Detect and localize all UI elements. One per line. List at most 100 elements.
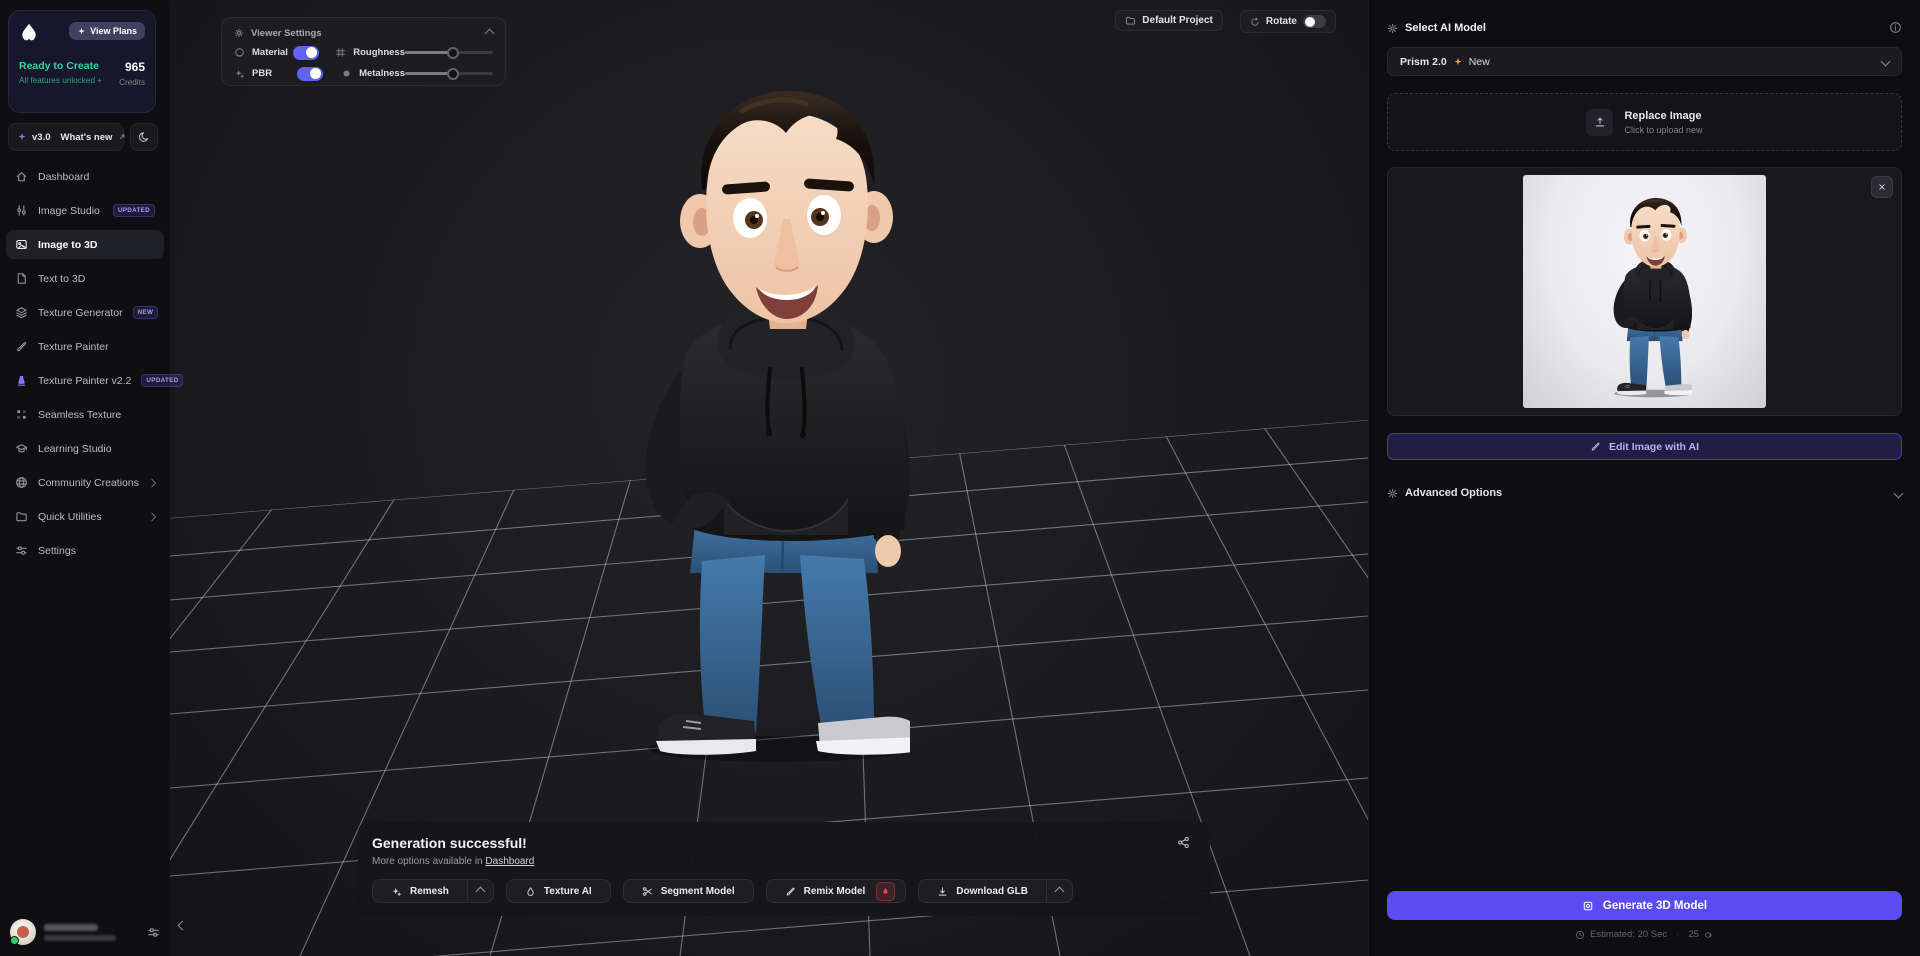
view-plans-label: View Plans <box>90 26 137 36</box>
brush-icon <box>1590 441 1601 452</box>
sparkles-icon <box>391 886 402 897</box>
close-icon <box>1877 182 1887 192</box>
sidebar-item-image-to-3d[interactable]: Image to 3D <box>6 230 164 259</box>
pbr-label: PBR <box>252 68 297 79</box>
sidebar-item-learning-studio[interactable]: Learning Studio <box>6 434 164 463</box>
generate-3d-model-button[interactable]: Generate 3D Model <box>1387 891 1902 920</box>
home-icon <box>15 170 28 183</box>
ready-title: Ready to Create <box>19 60 102 72</box>
sidebar-item-texture-painter-v2-2[interactable]: Texture Painter v2.2 UPDATED <box>6 366 164 395</box>
brush-icon <box>785 886 796 897</box>
character-model-3d <box>590 64 910 778</box>
sidebar-item-texture-generator[interactable]: Texture Generator NEW <box>6 298 164 327</box>
sidebar-item-label: Texture Generator <box>38 307 123 319</box>
remix-hot-badge <box>876 882 895 901</box>
generation-toast: Generation successful! More options avai… <box>358 822 1210 916</box>
remix-model-button[interactable]: Remix Model <box>766 879 907 903</box>
expand-options-button[interactable] <box>467 879 494 903</box>
folder-icon <box>1125 15 1136 26</box>
app-logo-icon <box>19 22 39 44</box>
model-name: Prism 2.0 <box>1400 56 1447 68</box>
roughness-grid-icon <box>335 47 346 58</box>
sidebar-nav: Dashboard Image Studio UPDATED Image to … <box>6 162 164 570</box>
brush-icon <box>15 340 28 353</box>
user-settings-icon[interactable] <box>147 926 160 939</box>
segment-model-button[interactable]: Segment Model <box>623 879 754 903</box>
uploaded-character-image <box>1597 192 1692 400</box>
version-label: v3.0 <box>32 132 51 143</box>
checker-icon <box>15 408 28 421</box>
sparkles-icon <box>1453 57 1463 67</box>
material-sphere-icon <box>234 47 245 58</box>
pbr-toggle[interactable] <box>297 67 323 81</box>
sidebar-item-texture-painter[interactable]: Texture Painter <box>6 332 164 361</box>
sidebar-item-label: Texture Painter <box>38 341 109 353</box>
sidebar-item-label: Image to 3D <box>38 239 98 251</box>
user-name-blurred <box>44 924 116 941</box>
sidebar-item-community-creations[interactable]: Community Creations <box>6 468 164 497</box>
dot-separator: · <box>1676 929 1679 940</box>
chevron-down-icon <box>1894 488 1904 498</box>
model-badge: New <box>1469 56 1490 68</box>
edit-image-with-ai-button[interactable]: Edit Image with AI <box>1387 433 1902 460</box>
whats-new-button[interactable]: v3.0 What's new <box>8 123 124 151</box>
toast-actions: Remesh Texture AI <box>372 879 1196 903</box>
download-glb-button[interactable]: Download GLB <box>918 879 1047 903</box>
sparkle-icon <box>17 132 27 142</box>
coins-icon <box>1704 930 1714 940</box>
viewer-settings-title: Viewer Settings <box>251 28 322 39</box>
sidebar-item-quick-utilities[interactable]: Quick Utilities <box>6 502 164 531</box>
avatar <box>10 919 36 945</box>
roughness-slider[interactable] <box>405 47 493 59</box>
pbr-sparkle-icon <box>234 68 245 79</box>
sidebar: View Plans Ready to Create All features … <box>0 0 170 956</box>
model-select-dropdown[interactable]: Prism 2.0 New <box>1387 47 1902 76</box>
sidebar-item-label: Text to 3D <box>38 273 85 285</box>
remove-image-button[interactable] <box>1871 176 1893 198</box>
generate-cube-icon <box>1582 900 1594 912</box>
rotate-toggle[interactable] <box>1303 15 1326 28</box>
flame-icon <box>881 887 890 896</box>
advanced-options-toggle[interactable]: Advanced Options <box>1387 487 1902 499</box>
edit-image-label: Edit Image with AI <box>1609 441 1699 453</box>
advanced-options-label: Advanced Options <box>1405 487 1502 499</box>
sidebar-item-image-studio[interactable]: Image Studio UPDATED <box>6 196 164 225</box>
folder-icon <box>15 510 28 523</box>
user-menu[interactable] <box>0 908 170 956</box>
upload-icon-box <box>1586 109 1613 136</box>
material-toggle[interactable] <box>293 46 319 60</box>
chevron-up-icon[interactable] <box>485 28 495 38</box>
sidebar-item-dashboard[interactable]: Dashboard <box>6 162 164 191</box>
info-button[interactable] <box>1888 21 1902 35</box>
metalness-slider[interactable] <box>405 68 493 80</box>
ready-subtitle: All features unlocked + <box>19 76 102 85</box>
whats-new-label: What's new <box>61 132 113 143</box>
theme-toggle-button[interactable] <box>130 123 158 151</box>
sidebar-item-text-to-3d[interactable]: Text to 3D <box>6 264 164 293</box>
sidebar-item-label: Image Studio <box>38 205 100 217</box>
rotate-icon <box>1250 17 1260 27</box>
nav-badge: UPDATED <box>113 204 155 217</box>
expand-options-button[interactable] <box>1046 879 1073 903</box>
replace-image-dropzone[interactable]: Replace Image Click to upload new <box>1387 93 1902 151</box>
sidebar-item-label: Texture Painter v2.2 <box>38 375 131 387</box>
image-to-3d-icon <box>15 238 28 251</box>
sidebar-collapse-button[interactable] <box>177 915 188 934</box>
share-button[interactable] <box>1175 834 1192 854</box>
chevron-down-icon <box>1881 57 1891 67</box>
droplet-icon <box>525 886 536 897</box>
dashboard-link[interactable]: Dashboard <box>485 856 534 867</box>
cost-value: 25 <box>1688 929 1699 940</box>
plan-card: View Plans Ready to Create All features … <box>8 10 156 113</box>
sidebar-item-settings[interactable]: Settings <box>6 536 164 565</box>
project-label: Default Project <box>1142 15 1213 26</box>
default-project-button[interactable]: Default Project <box>1115 10 1223 31</box>
viewport-3d[interactable]: Viewer Settings Material Roughness PBR M… <box>170 0 1368 956</box>
remesh-button[interactable]: Remesh <box>372 879 468 903</box>
sidebar-item-seamless-texture[interactable]: Seamless Texture <box>6 400 164 429</box>
texture-ai-button[interactable]: Texture AI <box>506 879 611 903</box>
view-plans-button[interactable]: View Plans <box>69 22 145 40</box>
sidebar-item-label: Settings <box>38 545 76 557</box>
replace-image-subtitle: Click to upload new <box>1624 125 1702 135</box>
nav-badge: NEW <box>133 306 159 319</box>
